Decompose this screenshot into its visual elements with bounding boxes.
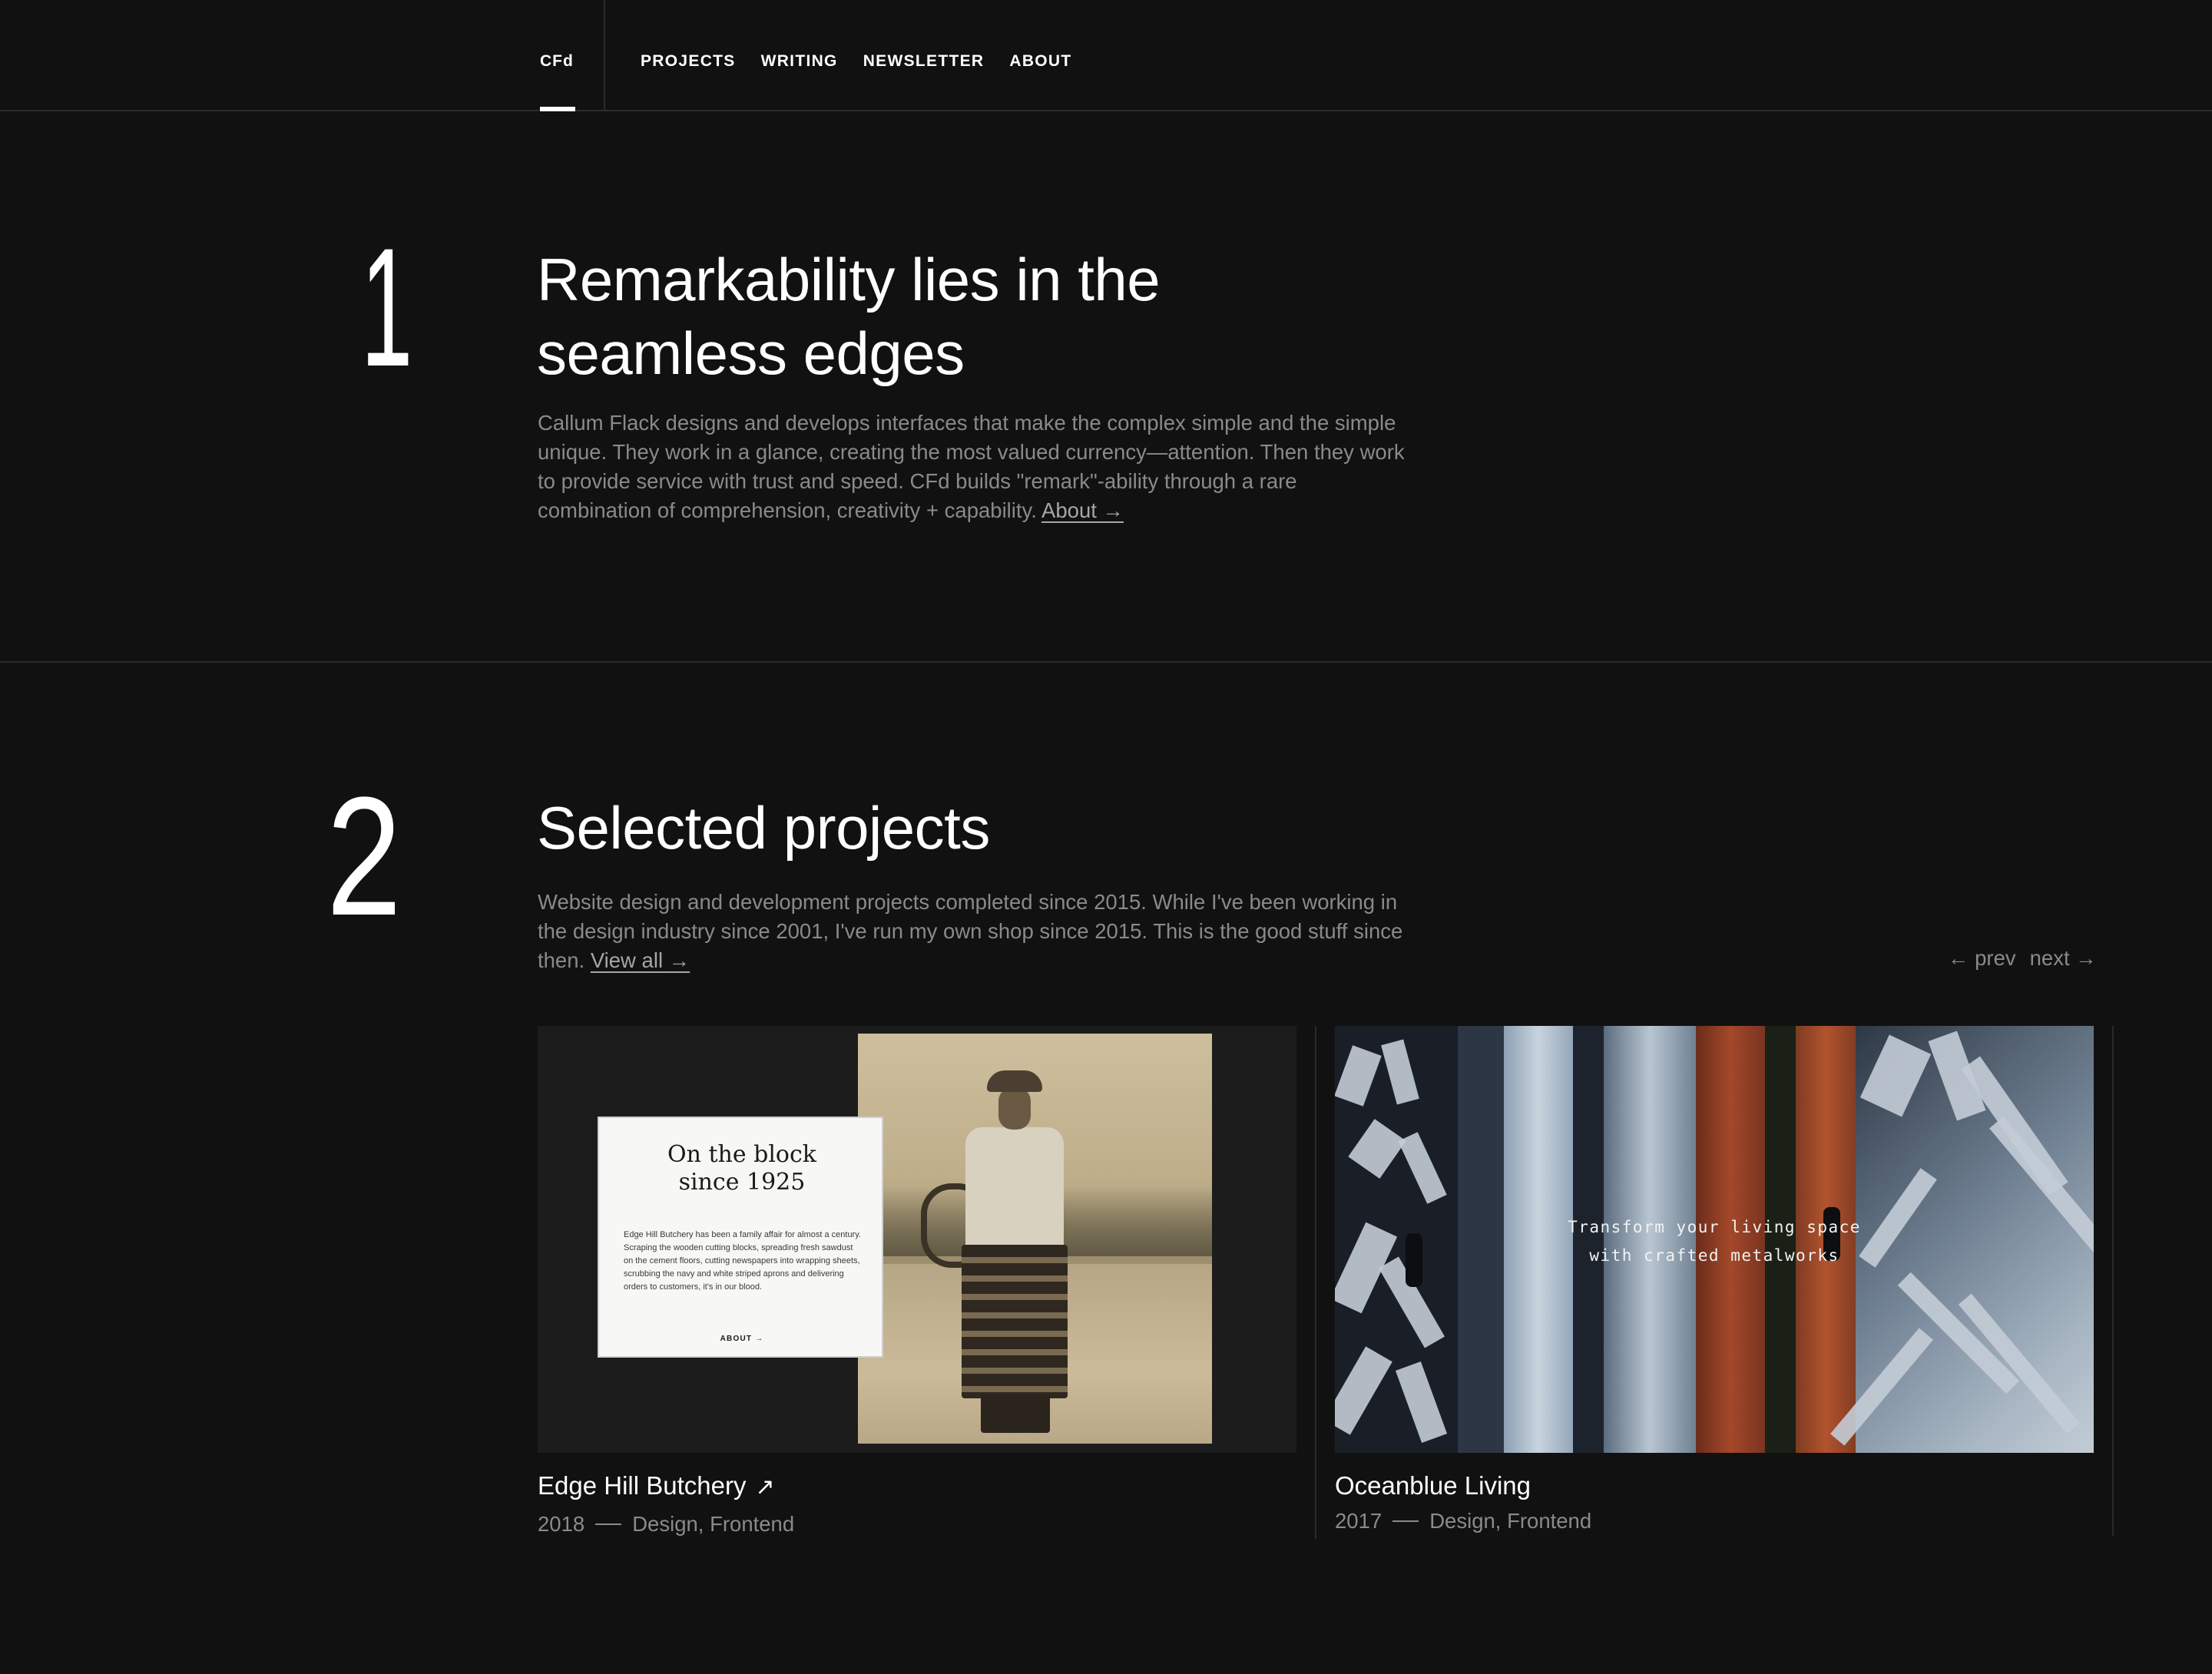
projects-intro: Website design and development projects … <box>538 888 1413 975</box>
nav-link-about[interactable]: ABOUT <box>1009 52 1071 71</box>
view-all-link[interactable]: View all → <box>591 948 690 972</box>
prev-button[interactable]: ← prev <box>1948 946 2016 971</box>
logo[interactable]: CFd <box>540 52 574 71</box>
project-title-edge-hill[interactable]: Edge Hill Butchery ↗ <box>538 1471 775 1503</box>
external-link-icon: ↗ <box>755 1474 775 1500</box>
preview-body: Edge Hill Butchery has been a family aff… <box>624 1230 861 1292</box>
project-image-oceanblue[interactable]: Transform your living space with crafted… <box>1335 1026 2094 1453</box>
about-link[interactable]: About → <box>1041 498 1124 522</box>
preview-tagline-line-1: Transform your living space <box>1568 1218 1861 1236</box>
card-divider-right <box>2112 1026 2114 1536</box>
project-title-oceanblue[interactable]: Oceanblue Living <box>1335 1471 1531 1501</box>
dash-separator <box>1392 1520 1419 1522</box>
active-indicator <box>540 107 575 111</box>
preview-heading-line-2: since 1925 <box>678 1169 806 1196</box>
section-number-2: 2 <box>326 762 402 951</box>
preview-heading-line-1: On the block <box>667 1141 816 1168</box>
preview-heading: On the block since 1925 <box>599 1141 885 1196</box>
hero-title: Remarkability lies in the seamless edges <box>537 243 1459 390</box>
vintage-photo <box>858 1034 1212 1444</box>
project-tags: Design, Frontend <box>1429 1509 1592 1533</box>
hero-intro: Callum Flack designs and develops interf… <box>538 409 1413 525</box>
nav-links: PROJECTS WRITING NEWSLETTER ABOUT <box>641 52 1072 71</box>
hero-title-line-2: seamless edges <box>537 319 965 387</box>
card-divider <box>1315 1026 1316 1539</box>
projects-title: Selected projects <box>537 794 990 862</box>
hero-intro-text: Callum Flack designs and develops interf… <box>538 411 1405 522</box>
preview-tagline: Transform your living space with crafted… <box>1335 1213 2094 1270</box>
section-number-1: 1 <box>361 213 413 402</box>
dash-separator <box>595 1523 622 1525</box>
preview-tagline-line-2: with crafted metalworks <box>1589 1246 1839 1265</box>
preview-text-box: On the block since 1925 Edge Hill Butche… <box>598 1117 883 1358</box>
nav-link-newsletter[interactable]: NEWSLETTER <box>863 52 985 71</box>
hero-title-line-1: Remarkability lies in the <box>537 246 1161 313</box>
nav-link-writing[interactable]: WRITING <box>761 52 838 71</box>
project-year: 2018 <box>538 1512 585 1536</box>
nav-divider <box>604 0 605 111</box>
project-title-text: Edge Hill Butchery <box>538 1471 747 1500</box>
project-year: 2017 <box>1335 1509 1382 1533</box>
preview-about-link: ABOUT → <box>720 1335 764 1343</box>
project-image-edge-hill[interactable]: On the block since 1925 Edge Hill Butche… <box>538 1026 1296 1453</box>
project-tags: Design, Frontend <box>632 1512 795 1536</box>
project-meta-oceanblue: 2017 Design, Frontend <box>1335 1507 1591 1535</box>
nav-link-projects[interactable]: PROJECTS <box>641 52 736 71</box>
project-meta-edge-hill: 2018 Design, Frontend <box>538 1510 794 1538</box>
top-nav: CFd PROJECTS WRITING NEWSLETTER ABOUT <box>0 0 2212 111</box>
carousel-pager: ← prev next → <box>1948 946 2097 971</box>
section-divider <box>0 661 2212 663</box>
next-button[interactable]: next → <box>2030 946 2097 971</box>
